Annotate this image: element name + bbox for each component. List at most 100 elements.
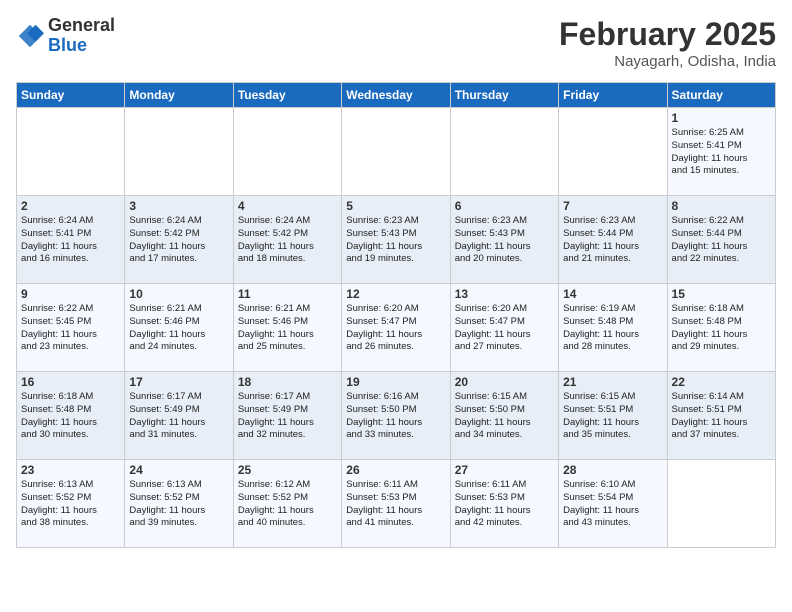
day-info: Sunrise: 6:21 AM Sunset: 5:46 PM Dayligh… bbox=[238, 303, 337, 354]
day-cell: 27Sunrise: 6:11 AM Sunset: 5:53 PM Dayli… bbox=[450, 460, 558, 548]
day-number: 4 bbox=[238, 199, 337, 213]
day-info: Sunrise: 6:17 AM Sunset: 5:49 PM Dayligh… bbox=[238, 391, 337, 442]
day-info: Sunrise: 6:24 AM Sunset: 5:41 PM Dayligh… bbox=[21, 215, 120, 266]
day-cell: 9 Sunrise: 6:22 AM Sunset: 5:45 PM Daylig… bbox=[17, 284, 125, 372]
day-number: 7 bbox=[563, 199, 662, 213]
day-cell: 15 Sunrise: 6:18 AM Sunset: 5:48 PM Dayli… bbox=[667, 284, 775, 372]
day-info: Sunrise: 6:18 AM Sunset: 5:48 PM Dayligh… bbox=[21, 391, 120, 442]
header-wednesday: Wednesday bbox=[342, 83, 450, 108]
day-number: 10 bbox=[129, 287, 228, 301]
day-number: 12 bbox=[346, 287, 445, 301]
day-cell: 2 Sunrise: 6:24 AM Sunset: 5:41 PM Daylig… bbox=[17, 196, 125, 284]
day-number: 13 bbox=[455, 287, 554, 301]
header-friday: Friday bbox=[559, 83, 667, 108]
day-number: 9 bbox=[21, 287, 120, 301]
header-saturday: Saturday bbox=[667, 83, 775, 108]
day-number: 17 bbox=[129, 375, 228, 389]
day-number: 22 bbox=[672, 375, 771, 389]
day-info: Sunrise: 6:23 AM Sunset: 5:43 PM Dayligh… bbox=[346, 215, 445, 266]
day-number: 28 bbox=[563, 463, 662, 477]
header-sunday: Sunday bbox=[17, 83, 125, 108]
day-number: 24 bbox=[129, 463, 228, 477]
day-number: 14 bbox=[563, 287, 662, 301]
day-cell: 19 Sunrise: 6:16 AM Sunset: 5:50 PM Dayli… bbox=[342, 372, 450, 460]
day-cell bbox=[125, 108, 233, 196]
day-cell bbox=[450, 108, 558, 196]
day-info: Sunrise: 6:17 AM Sunset: 5:49 PM Dayligh… bbox=[129, 391, 228, 442]
week-row-5: 23 Sunrise: 6:13 AM Sunset: 5:52 PM Dayli… bbox=[17, 460, 776, 548]
day-number: 26 bbox=[346, 463, 445, 477]
day-number: 5 bbox=[346, 199, 445, 213]
day-number: 2 bbox=[21, 199, 120, 213]
day-info: Sunrise: 6:18 AM Sunset: 5:48 PM Dayligh… bbox=[672, 303, 771, 354]
day-cell: 17 Sunrise: 6:17 AM Sunset: 5:49 PM Dayli… bbox=[125, 372, 233, 460]
day-cell: 3Sunrise: 6:24 AM Sunset: 5:42 PM Daylig… bbox=[125, 196, 233, 284]
day-info: Sunrise: 6:12 AM Sunset: 5:52 PM Dayligh… bbox=[238, 479, 337, 530]
day-number: 16 bbox=[21, 375, 120, 389]
day-cell: 23 Sunrise: 6:13 AM Sunset: 5:52 PM Dayli… bbox=[17, 460, 125, 548]
title-block: February 2025 Nayagarh, Odisha, India bbox=[559, 16, 776, 70]
day-info: Sunrise: 6:13 AM Sunset: 5:52 PM Dayligh… bbox=[129, 479, 228, 530]
day-info: Sunrise: 6:10 AM Sunset: 5:54 PM Dayligh… bbox=[563, 479, 662, 530]
day-cell bbox=[667, 460, 775, 548]
day-number: 27 bbox=[455, 463, 554, 477]
header-thursday: Thursday bbox=[450, 83, 558, 108]
day-cell: 13 Sunrise: 6:20 AM Sunset: 5:47 PM Dayli… bbox=[450, 284, 558, 372]
day-cell bbox=[17, 108, 125, 196]
day-cell: 24 Sunrise: 6:13 AM Sunset: 5:52 PM Dayli… bbox=[125, 460, 233, 548]
day-number: 1 bbox=[672, 111, 771, 125]
day-cell: 12Sunrise: 6:20 AM Sunset: 5:47 PM Dayli… bbox=[342, 284, 450, 372]
day-cell: 11 Sunrise: 6:21 AM Sunset: 5:46 PM Dayli… bbox=[233, 284, 341, 372]
day-number: 20 bbox=[455, 375, 554, 389]
day-cell: 4 Sunrise: 6:24 AM Sunset: 5:42 PM Daylig… bbox=[233, 196, 341, 284]
week-row-2: 2 Sunrise: 6:24 AM Sunset: 5:41 PM Daylig… bbox=[17, 196, 776, 284]
day-info: Sunrise: 6:24 AM Sunset: 5:42 PM Dayligh… bbox=[238, 215, 337, 266]
day-number: 23 bbox=[21, 463, 120, 477]
day-cell: 14 Sunrise: 6:19 AM Sunset: 5:48 PM Dayli… bbox=[559, 284, 667, 372]
day-cell: 1 Sunrise: 6:25 AM Sunset: 5:41 PM Daylig… bbox=[667, 108, 775, 196]
day-cell: 25 Sunrise: 6:12 AM Sunset: 5:52 PM Dayli… bbox=[233, 460, 341, 548]
day-info: Sunrise: 6:13 AM Sunset: 5:52 PM Dayligh… bbox=[21, 479, 120, 530]
day-cell: 16 Sunrise: 6:18 AM Sunset: 5:48 PM Dayli… bbox=[17, 372, 125, 460]
day-info: Sunrise: 6:16 AM Sunset: 5:50 PM Dayligh… bbox=[346, 391, 445, 442]
day-number: 25 bbox=[238, 463, 337, 477]
day-cell bbox=[233, 108, 341, 196]
day-number: 15 bbox=[672, 287, 771, 301]
calendar-subtitle: Nayagarh, Odisha, India bbox=[559, 53, 776, 70]
day-cell: 20 Sunrise: 6:15 AM Sunset: 5:50 PM Dayli… bbox=[450, 372, 558, 460]
day-cell: 10Sunrise: 6:21 AM Sunset: 5:46 PM Dayli… bbox=[125, 284, 233, 372]
day-info: Sunrise: 6:19 AM Sunset: 5:48 PM Dayligh… bbox=[563, 303, 662, 354]
day-number: 6 bbox=[455, 199, 554, 213]
logo-icon bbox=[16, 22, 44, 50]
day-info: Sunrise: 6:23 AM Sunset: 5:44 PM Dayligh… bbox=[563, 215, 662, 266]
day-cell: 5 Sunrise: 6:23 AM Sunset: 5:43 PM Daylig… bbox=[342, 196, 450, 284]
header-row: SundayMondayTuesdayWednesdayThursdayFrid… bbox=[17, 83, 776, 108]
day-number: 19 bbox=[346, 375, 445, 389]
day-cell: 7 Sunrise: 6:23 AM Sunset: 5:44 PM Daylig… bbox=[559, 196, 667, 284]
logo-general: General bbox=[48, 16, 115, 36]
day-info: Sunrise: 6:14 AM Sunset: 5:51 PM Dayligh… bbox=[672, 391, 771, 442]
day-cell: 21 Sunrise: 6:15 AM Sunset: 5:51 PM Dayli… bbox=[559, 372, 667, 460]
day-number: 21 bbox=[563, 375, 662, 389]
day-info: Sunrise: 6:25 AM Sunset: 5:41 PM Dayligh… bbox=[672, 127, 771, 178]
calendar-header: SundayMondayTuesdayWednesdayThursdayFrid… bbox=[17, 83, 776, 108]
day-number: 18 bbox=[238, 375, 337, 389]
week-row-3: 9 Sunrise: 6:22 AM Sunset: 5:45 PM Daylig… bbox=[17, 284, 776, 372]
day-cell: 8Sunrise: 6:22 AM Sunset: 5:44 PM Daylig… bbox=[667, 196, 775, 284]
day-cell bbox=[342, 108, 450, 196]
day-number: 3 bbox=[129, 199, 228, 213]
day-info: Sunrise: 6:23 AM Sunset: 5:43 PM Dayligh… bbox=[455, 215, 554, 266]
day-info: Sunrise: 6:15 AM Sunset: 5:51 PM Dayligh… bbox=[563, 391, 662, 442]
day-cell: 18 Sunrise: 6:17 AM Sunset: 5:49 PM Dayli… bbox=[233, 372, 341, 460]
day-info: Sunrise: 6:20 AM Sunset: 5:47 PM Dayligh… bbox=[455, 303, 554, 354]
header-tuesday: Tuesday bbox=[233, 83, 341, 108]
header-monday: Monday bbox=[125, 83, 233, 108]
day-info: Sunrise: 6:15 AM Sunset: 5:50 PM Dayligh… bbox=[455, 391, 554, 442]
day-cell: 6 Sunrise: 6:23 AM Sunset: 5:43 PM Daylig… bbox=[450, 196, 558, 284]
calendar-title: February 2025 bbox=[559, 16, 776, 53]
day-cell: 22 Sunrise: 6:14 AM Sunset: 5:51 PM Dayli… bbox=[667, 372, 775, 460]
day-info: Sunrise: 6:22 AM Sunset: 5:44 PM Dayligh… bbox=[672, 215, 771, 266]
day-number: 11 bbox=[238, 287, 337, 301]
day-info: Sunrise: 6:22 AM Sunset: 5:45 PM Dayligh… bbox=[21, 303, 120, 354]
calendar-table: SundayMondayTuesdayWednesdayThursdayFrid… bbox=[16, 82, 776, 548]
